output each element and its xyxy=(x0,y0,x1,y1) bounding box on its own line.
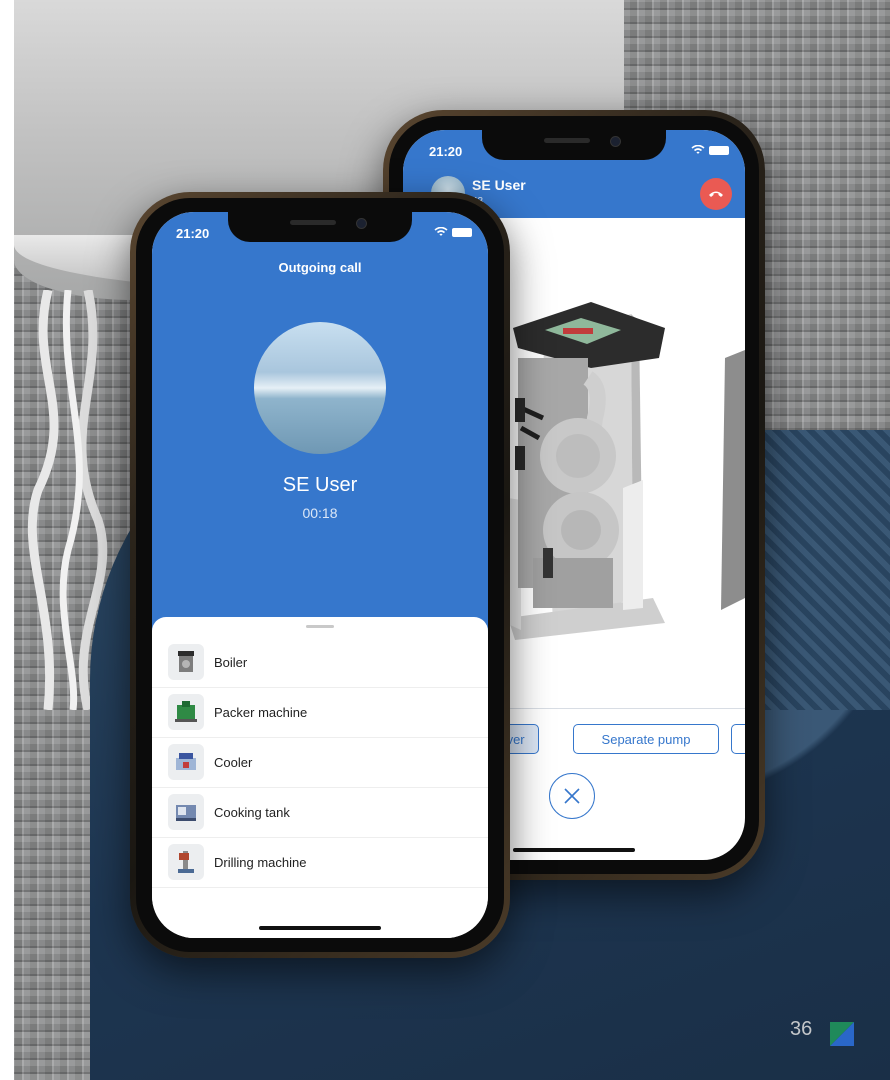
device-row-cooler[interactable]: Cooler xyxy=(152,737,488,788)
wifi-icon xyxy=(434,227,448,236)
status-icons xyxy=(434,227,472,237)
battery-icon xyxy=(709,145,729,155)
device-row-boiler[interactable]: Boiler xyxy=(152,637,488,688)
notch xyxy=(228,212,412,242)
device-label: Drilling machine xyxy=(214,854,307,870)
device-label: Packer machine xyxy=(214,704,308,720)
boiler-icon xyxy=(168,644,204,680)
close-button[interactable] xyxy=(549,773,595,819)
phone-screen: 21:20 Outgoing call SE User 00:18 Boiler xyxy=(152,212,488,938)
device-label: Cooking tank xyxy=(214,804,290,820)
device-label: Boiler xyxy=(214,654,248,670)
brand-logo xyxy=(830,1022,854,1046)
packer-machine-icon xyxy=(168,694,204,730)
device-row-cooking-tank[interactable]: Cooking tank xyxy=(152,787,488,838)
status-time: 21:20 xyxy=(176,226,210,241)
hangup-button[interactable] xyxy=(700,178,732,210)
wifi-icon xyxy=(691,145,705,154)
left-margin xyxy=(0,0,14,1080)
device-label: Cooler xyxy=(214,754,253,770)
status-icons xyxy=(691,145,729,155)
phone-hangup-icon xyxy=(709,191,723,197)
part-chip-separate-pump[interactable]: Separate pump xyxy=(573,724,719,754)
caller-avatar xyxy=(254,322,386,454)
slide-page-number: 36 xyxy=(790,1018,813,1040)
part-chip-next[interactable] xyxy=(731,724,745,754)
cooking-tank-icon xyxy=(168,794,204,830)
call-panel: 21:20 Outgoing call SE User 00:18 xyxy=(152,212,488,632)
cooler-icon xyxy=(168,744,204,780)
battery-icon xyxy=(452,227,472,237)
device-row-packer-machine[interactable]: Packer machine xyxy=(152,687,488,738)
call-duration: 00:18 xyxy=(302,505,338,521)
drilling-machine-icon xyxy=(168,844,204,880)
home-indicator xyxy=(259,926,381,930)
status-time: 21:20 xyxy=(429,144,463,159)
caller-name: SE User xyxy=(472,177,526,193)
phone-outgoing-call: 21:20 Outgoing call SE User 00:18 Boiler xyxy=(130,192,510,958)
close-icon xyxy=(564,788,580,804)
sheet-grabber[interactable] xyxy=(306,625,334,628)
caller-name: SE User xyxy=(282,474,358,496)
part-chip-label: Separate pump xyxy=(601,731,691,747)
notch xyxy=(482,130,666,160)
call-status-title: Outgoing call xyxy=(278,260,362,275)
device-list-sheet: Boiler Packer machine Cooler Cooking tan… xyxy=(152,617,488,938)
home-indicator xyxy=(513,848,635,852)
device-row-drilling-machine[interactable]: Drilling machine xyxy=(152,837,488,888)
